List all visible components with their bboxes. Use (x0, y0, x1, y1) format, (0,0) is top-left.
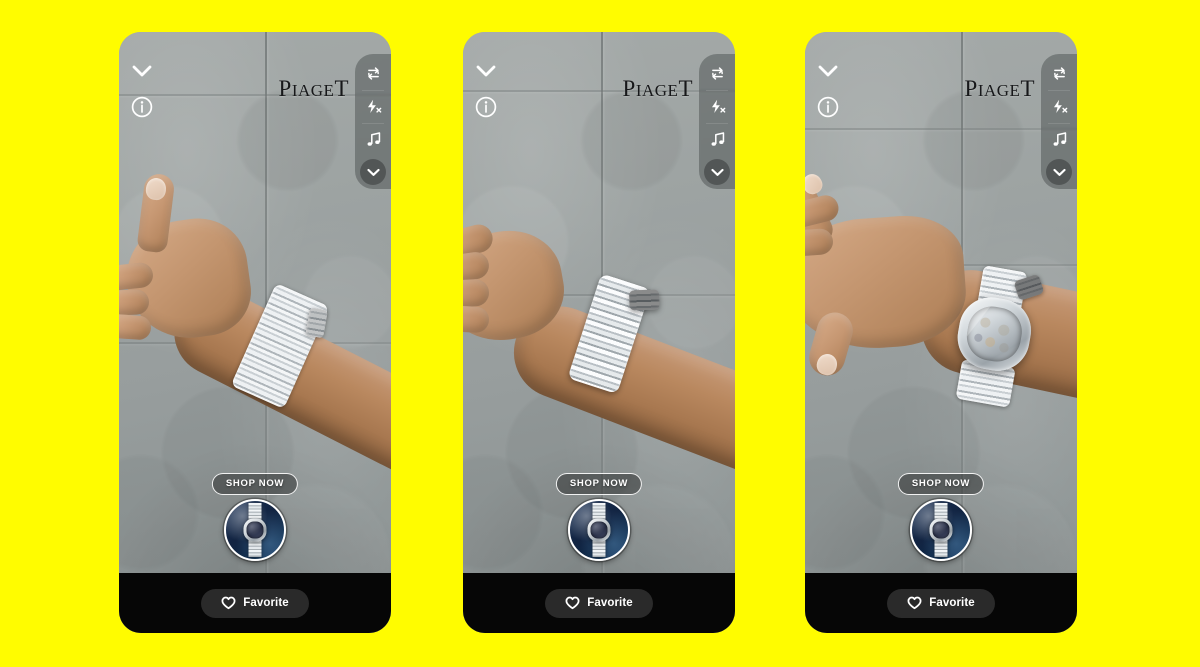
music-note-icon[interactable] (1042, 123, 1076, 156)
screenshot-canvas: PIAGET SHOP NOW Favorite PIAGET SHOP NOW… (0, 0, 1200, 667)
favorite-label: Favorite (929, 596, 975, 609)
lens-toolbar (355, 54, 391, 189)
thumbnail-watch-dial (932, 521, 950, 539)
ar-preview-panel-2: PIAGET SHOP NOW Favorite (463, 32, 735, 633)
thumbnail-watch-image (912, 501, 970, 559)
heart-outline-icon (565, 596, 580, 610)
thumbnail-watch-image (226, 501, 284, 559)
product-thumbnail[interactable] (224, 499, 286, 561)
bottom-action-bar: Favorite (805, 573, 1077, 633)
collapse-chevron-icon[interactable] (813, 56, 843, 86)
bottom-action-bar: Favorite (463, 573, 735, 633)
lens-toolbar (699, 54, 735, 189)
favorite-label: Favorite (243, 596, 289, 609)
camera-flip-icon[interactable] (1042, 57, 1076, 90)
music-note-icon[interactable] (356, 123, 390, 156)
flash-off-icon[interactable] (356, 90, 390, 123)
lens-toolbar (1041, 54, 1077, 189)
heart-outline-icon (907, 596, 922, 610)
info-circle-icon[interactable] (471, 92, 501, 122)
snapchat-ui-overlay-2: PIAGET SHOP NOW Favorite (463, 32, 735, 633)
thumbnail-watch-dial (590, 521, 608, 539)
thumbnail-watch-case (243, 518, 267, 542)
thumbnail-watch-dial (246, 521, 264, 539)
brand-logo: PIAGET (964, 76, 1035, 101)
collapse-toolbar-chevron-icon[interactable] (1046, 159, 1072, 185)
bottom-action-bar: Favorite (119, 573, 391, 633)
ar-preview-panel-1: PIAGET SHOP NOW Favorite (119, 32, 391, 633)
product-thumbnail[interactable] (910, 499, 972, 561)
camera-flip-icon[interactable] (356, 57, 390, 90)
snapchat-ui-overlay-1: PIAGET SHOP NOW Favorite (119, 32, 391, 633)
thumbnail-watch-case (929, 518, 953, 542)
shop-now-button[interactable]: SHOP NOW (555, 473, 643, 495)
collapse-toolbar-chevron-icon[interactable] (704, 159, 730, 185)
collapse-toolbar-chevron-icon[interactable] (360, 159, 386, 185)
camera-flip-icon[interactable] (700, 57, 734, 90)
flash-off-icon[interactable] (1042, 90, 1076, 123)
snapchat-ui-overlay-3: PIAGET SHOP NOW Favorite (805, 32, 1077, 633)
favorite-label: Favorite (587, 596, 633, 609)
product-thumbnail[interactable] (568, 499, 630, 561)
info-circle-icon[interactable] (127, 92, 157, 122)
music-note-icon[interactable] (700, 123, 734, 156)
thumbnail-watch-image (570, 501, 628, 559)
info-circle-icon[interactable] (813, 92, 843, 122)
heart-outline-icon (221, 596, 236, 610)
thumbnail-watch-case (587, 518, 611, 542)
favorite-button[interactable]: Favorite (887, 588, 995, 618)
shop-now-button[interactable]: SHOP NOW (211, 473, 299, 495)
collapse-chevron-icon[interactable] (127, 56, 157, 86)
shop-now-button[interactable]: SHOP NOW (897, 473, 985, 495)
collapse-chevron-icon[interactable] (471, 56, 501, 86)
brand-logo: PIAGET (622, 76, 693, 101)
flash-off-icon[interactable] (700, 90, 734, 123)
favorite-button[interactable]: Favorite (201, 588, 309, 618)
brand-logo: PIAGET (278, 76, 349, 101)
favorite-button[interactable]: Favorite (545, 588, 653, 618)
ar-preview-panel-3: PIAGET SHOP NOW Favorite (805, 32, 1077, 633)
